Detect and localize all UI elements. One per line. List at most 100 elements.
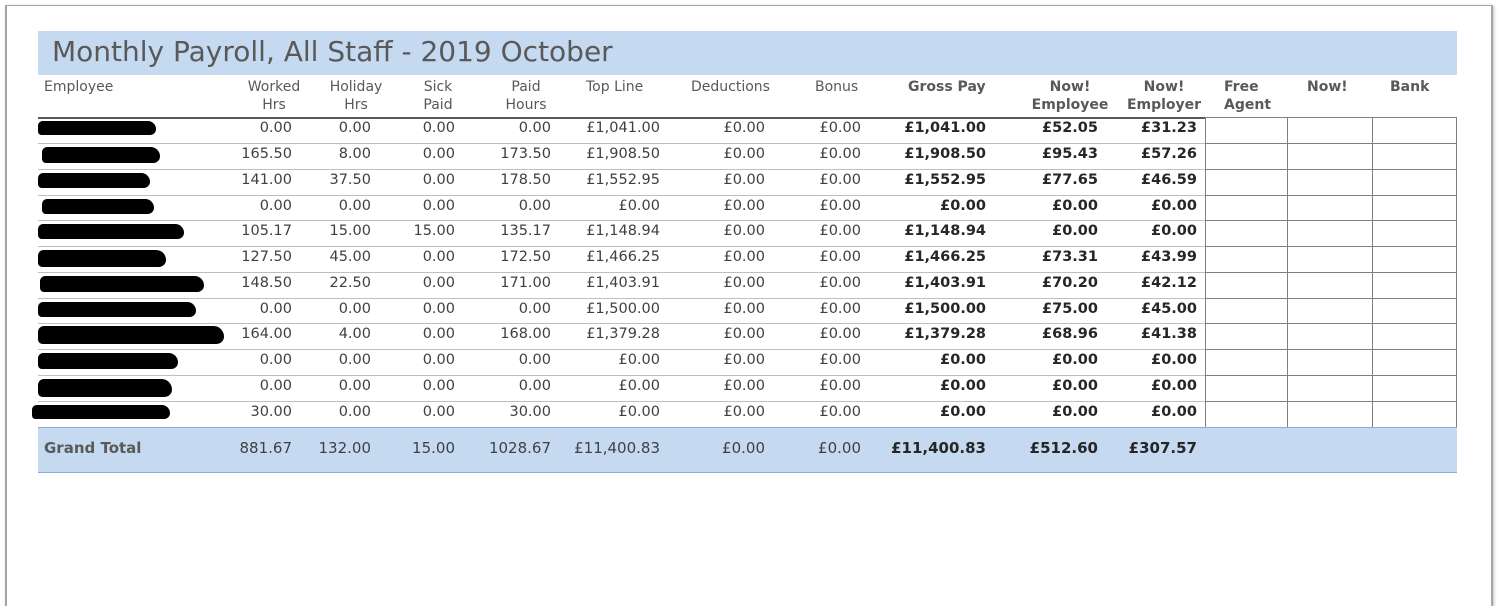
grand-total-label: Grand Total <box>44 439 142 457</box>
empty-grid-cell[interactable] <box>1205 195 1288 221</box>
table-cell: 0.00 <box>338 301 371 317</box>
table-cell: 105.17 <box>241 223 292 239</box>
table-cell: £0.00 <box>819 378 861 394</box>
table-cell: £0.00 <box>819 275 861 291</box>
empty-grid-cell[interactable] <box>1287 117 1373 144</box>
empty-grid-cell[interactable] <box>1205 401 1288 428</box>
table-cell: 165.50 <box>241 146 292 162</box>
table-cell: £77.65 <box>1042 172 1098 188</box>
grand-total-cell: 132.00 <box>318 439 372 457</box>
redacted-employee-name <box>38 353 178 369</box>
empty-grid-cell[interactable] <box>1205 220 1288 247</box>
table-cell: 0.00 <box>259 120 292 136</box>
empty-grid-cell[interactable] <box>1287 220 1373 247</box>
table-cell: £0.00 <box>819 172 861 188</box>
table-cell: £0.00 <box>819 198 861 214</box>
table-cell: £57.26 <box>1141 146 1197 162</box>
header-paid-line2: Hours <box>505 97 547 113</box>
table-cell: £1,466.25 <box>586 249 660 265</box>
table-cell: £0.00 <box>723 352 765 368</box>
empty-grid-cell[interactable] <box>1287 298 1373 324</box>
table-cell: 0.00 <box>518 378 551 394</box>
table-cell: £0.00 <box>1052 378 1098 394</box>
table-cell: 0.00 <box>338 198 371 214</box>
empty-grid-cell[interactable] <box>1372 272 1457 299</box>
empty-grid-cell[interactable] <box>1205 298 1288 324</box>
grand-total-cell: 1028.67 <box>488 439 551 457</box>
empty-grid-cell[interactable] <box>1205 375 1288 402</box>
table-cell: £0.00 <box>723 301 765 317</box>
table-cell: £0.00 <box>723 120 765 136</box>
redacted-employee-name <box>40 276 204 292</box>
empty-grid-cell[interactable] <box>1372 349 1457 376</box>
empty-grid-cell[interactable] <box>1205 272 1288 299</box>
table-cell: £0.00 <box>1151 352 1197 368</box>
header-now-employee-line1: Now! <box>1049 79 1091 95</box>
header-gross-pay: Gross Pay <box>908 79 986 95</box>
empty-grid-cell[interactable] <box>1372 401 1457 428</box>
empty-grid-cell[interactable] <box>1205 349 1288 376</box>
grand-total-cell: £11,400.83 <box>891 439 986 457</box>
table-cell: 4.00 <box>338 326 371 342</box>
empty-grid-cell[interactable] <box>1287 246 1373 273</box>
table-cell: 0.00 <box>518 352 551 368</box>
empty-grid-cell[interactable] <box>1372 323 1457 350</box>
table-cell: £1,403.91 <box>586 275 660 291</box>
empty-grid-cell[interactable] <box>1205 169 1288 196</box>
empty-grid-cell[interactable] <box>1372 195 1457 221</box>
table-cell: 0.00 <box>259 378 292 394</box>
empty-grid-cell[interactable] <box>1287 401 1373 428</box>
redacted-employee-name <box>38 121 156 135</box>
table-cell: £0.00 <box>1052 352 1098 368</box>
empty-grid-cell[interactable] <box>1372 220 1457 247</box>
table-cell: £0.00 <box>723 198 765 214</box>
header-now-employer: Now! Employer <box>1124 78 1204 114</box>
table-cell: 15.00 <box>329 223 371 239</box>
empty-grid-cell[interactable] <box>1287 375 1373 402</box>
empty-grid-cell[interactable] <box>1372 169 1457 196</box>
empty-grid-cell[interactable] <box>1287 143 1373 170</box>
empty-grid-cell[interactable] <box>1287 195 1373 221</box>
redacted-employee-name <box>38 379 172 397</box>
empty-grid-cell[interactable] <box>1205 117 1288 144</box>
empty-grid-cell[interactable] <box>1287 349 1373 376</box>
empty-grid-cell[interactable] <box>1287 323 1373 350</box>
header-bank: Bank <box>1390 79 1430 95</box>
header-now-employee: Now! Employee <box>1030 78 1110 114</box>
empty-grid-cell[interactable] <box>1372 143 1457 170</box>
table-cell: £1,908.50 <box>904 146 986 162</box>
empty-grid-cell[interactable] <box>1205 143 1288 170</box>
header-worked-line1: Worked <box>247 79 301 95</box>
empty-grid-cell[interactable] <box>1205 323 1288 350</box>
table-cell: 0.00 <box>422 301 455 317</box>
table-cell: 0.00 <box>422 249 455 265</box>
table-cell: £0.00 <box>618 378 660 394</box>
table-cell: 0.00 <box>338 378 371 394</box>
table-cell: £0.00 <box>723 172 765 188</box>
table-cell: £0.00 <box>723 223 765 239</box>
table-cell: 8.00 <box>338 146 371 162</box>
table-cell: £0.00 <box>819 301 861 317</box>
empty-grid-cell[interactable] <box>1372 246 1457 273</box>
table-cell: 0.00 <box>422 378 455 394</box>
table-cell: £0.00 <box>723 404 765 420</box>
table-cell: 0.00 <box>259 301 292 317</box>
table-cell: £0.00 <box>618 198 660 214</box>
table-cell: 0.00 <box>338 120 371 136</box>
table-cell: 0.00 <box>338 352 371 368</box>
redacted-employee-name <box>38 173 150 188</box>
table-cell: 0.00 <box>518 301 551 317</box>
empty-grid-cell[interactable] <box>1372 375 1457 402</box>
empty-grid-cell[interactable] <box>1287 169 1373 196</box>
table-cell: 15.00 <box>413 223 455 239</box>
table-cell: £1,466.25 <box>904 249 986 265</box>
empty-grid-cell[interactable] <box>1372 298 1457 324</box>
header-paid-hours: Paid Hours <box>494 78 558 114</box>
table-cell: 141.00 <box>241 172 292 188</box>
table-cell: 45.00 <box>329 249 371 265</box>
empty-grid-cell[interactable] <box>1372 117 1457 144</box>
empty-grid-cell[interactable] <box>1205 246 1288 273</box>
header-holiday-hrs: Holiday Hrs <box>320 78 392 114</box>
table-cell: £0.00 <box>723 146 765 162</box>
empty-grid-cell[interactable] <box>1287 272 1373 299</box>
